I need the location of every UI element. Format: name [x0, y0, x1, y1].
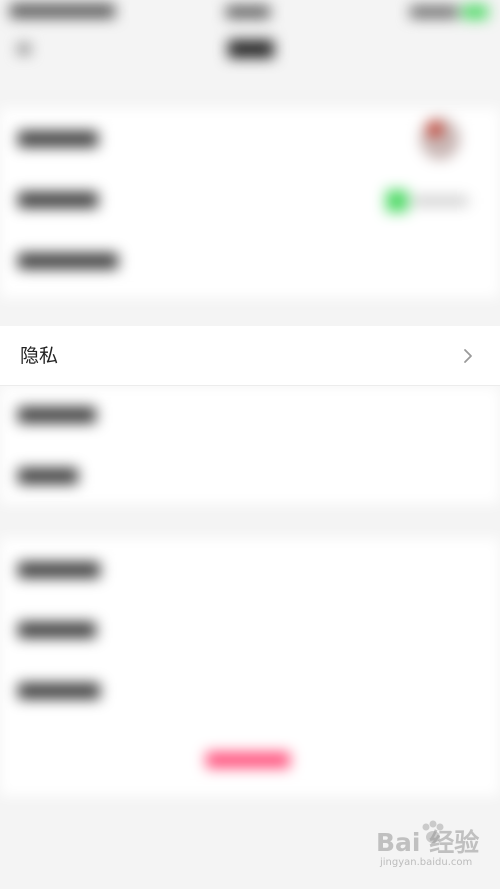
- value-blur: [412, 196, 468, 206]
- settings-item-privacy[interactable]: 隐私: [0, 326, 500, 386]
- status-bar-blur: [410, 6, 458, 18]
- status-bar-blur: [226, 6, 270, 18]
- row-label-blur: [18, 683, 100, 699]
- baidu-jingyan-watermark: Bai 经验 jingyan.baidu.com: [368, 819, 486, 875]
- avatar-blur: [428, 122, 442, 136]
- header-title-blur: [228, 40, 274, 58]
- status-bar-blur: [10, 4, 115, 18]
- row-label-blur: [18, 192, 98, 208]
- blurred-background: [0, 0, 500, 889]
- row-label-blur: [18, 131, 98, 147]
- battery-blur: [462, 5, 488, 19]
- watermark-url: jingyan.baidu.com: [380, 857, 473, 868]
- row-label-blur: [18, 622, 96, 638]
- chevron-right-icon: [464, 349, 472, 363]
- row-label-blur: [18, 407, 96, 423]
- row-label-blur: [18, 468, 78, 484]
- watermark-brand: Bai 经验: [376, 828, 480, 857]
- settings-item-privacy-label: 隐私: [20, 345, 59, 367]
- toggle-blur: [386, 190, 408, 212]
- logout-button-blur: [206, 752, 290, 768]
- status-bar-blur: [18, 44, 30, 54]
- group-2-blur: [0, 386, 500, 504]
- row-label-blur: [18, 562, 100, 578]
- row-label-blur: [18, 253, 118, 269]
